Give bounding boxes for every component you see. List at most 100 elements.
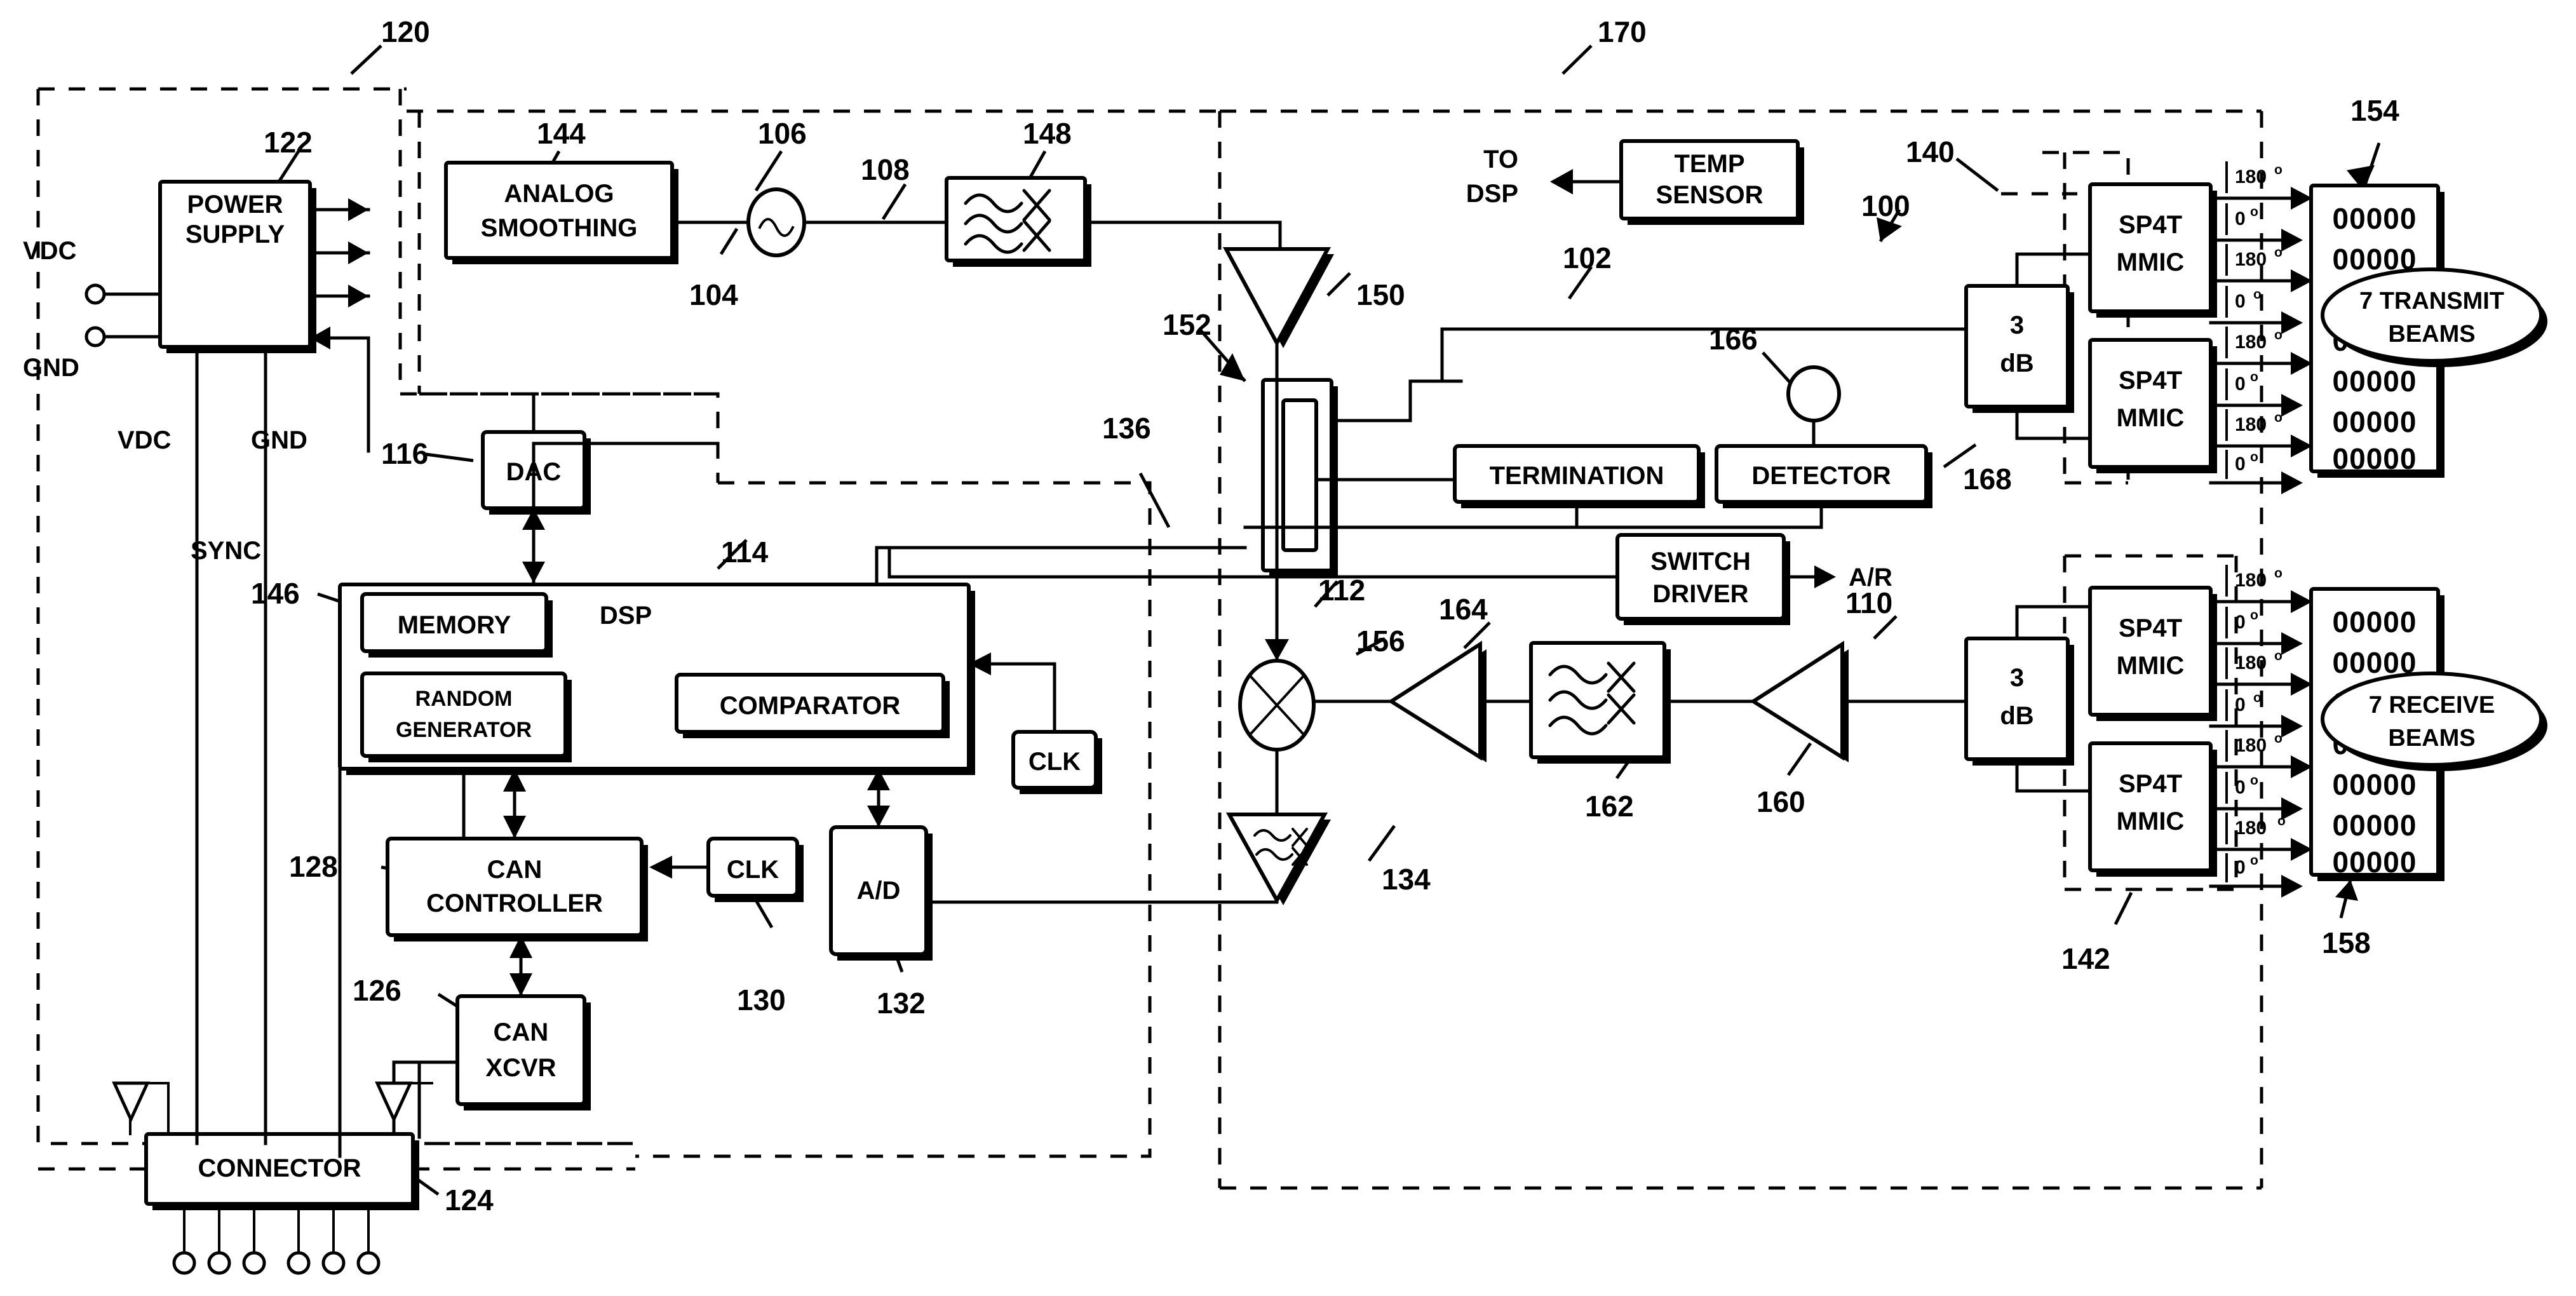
sp4t-tx-lower-block[interactable]	[2088, 338, 2213, 469]
numeral-152: 152	[1163, 308, 1211, 341]
coupler-3db-rx-label-2: dB	[2000, 702, 2033, 730]
numeral-130: 130	[737, 983, 786, 1016]
xcvr-arrow-down	[509, 973, 532, 996]
numeral-128: 128	[289, 850, 338, 883]
numeral-126: 126	[353, 974, 401, 1007]
numeral-162: 162	[1585, 790, 1634, 823]
sp4t-tx-lower-label-1: SP4T	[2119, 367, 2182, 395]
numeral-106: 106	[758, 117, 807, 150]
numeral-120: 120	[381, 15, 430, 48]
numeral-150: 150	[1356, 278, 1405, 311]
leader-158-arrowhead	[2335, 880, 2358, 901]
analog-smoothing-label-1: ANALOG	[504, 180, 614, 208]
ad-arrow-down	[867, 806, 890, 827]
numeral-154: 154	[2350, 94, 2399, 127]
numeral-148: 148	[1023, 117, 1072, 150]
random-generator-block[interactable]	[360, 672, 567, 758]
can-ctrl-arrow-down	[503, 816, 526, 839]
leader-140	[1955, 158, 1999, 192]
amp-164[interactable]	[1387, 640, 1482, 761]
detector-label: DETECTOR	[1751, 462, 1891, 490]
rx-phase-3: 180	[2235, 652, 2267, 673]
to-dsp-label-1: TO	[1483, 145, 1518, 173]
ps-feedback	[308, 336, 370, 453]
comparator-label: COMPARATOR	[720, 692, 901, 720]
diagram-svg: 120 170 122 144 106 108 148 104 150 152 …	[23, 15, 2547, 1275]
numeral-140: 140	[1906, 135, 1955, 168]
sp4t-tx-upper-block[interactable]	[2088, 182, 2213, 313]
switch-driver-out-arrowhead	[1814, 565, 1836, 588]
tx-phase-6-deg: o	[2250, 370, 2258, 384]
rx-phase-1: 180	[2235, 570, 2267, 591]
can-controller-label-2: CONTROLLER	[426, 889, 603, 917]
sp4t-rx-upper-block[interactable]	[2088, 586, 2213, 717]
ar-output-label: A/R	[1849, 564, 1892, 591]
temp-sensor-label-1: TEMP	[1674, 150, 1744, 178]
power-supply-label-2: SUPPLY	[185, 220, 285, 248]
temp-sensor-label-2: SENSOR	[1656, 181, 1763, 209]
antenna-150[interactable]	[1222, 247, 1332, 348]
coupler-3db-tx-label-2: dB	[2000, 349, 2033, 377]
gnd-terminal[interactable]	[84, 326, 106, 348]
rx-phase-7-deg: o	[2277, 814, 2286, 828]
coupler-3db-tx-block[interactable]	[1964, 284, 2070, 408]
vco-oscillator[interactable]	[746, 187, 806, 257]
rx-phase-2: 0	[2235, 612, 2246, 633]
can-controller-label-1: CAN	[487, 856, 543, 884]
random-generator-label-1: RANDOM	[415, 687, 513, 711]
switch-driver-label-1: SWITCH	[1650, 548, 1751, 576]
connector-pin[interactable]	[287, 1251, 311, 1275]
leader-110	[1873, 615, 1898, 640]
amp-160[interactable]	[1750, 640, 1844, 761]
sp4t-rx-lower-block[interactable]	[2088, 741, 2213, 872]
sp4t-tx-upper-label-2: MMIC	[2117, 248, 2185, 276]
connector-pin[interactable]	[356, 1251, 381, 1275]
gnd-input-label: GND	[23, 354, 79, 382]
temp-sensor-arrowhead	[1550, 169, 1573, 194]
tx-beams-label-1: 7 TRANSMIT	[2359, 288, 2504, 314]
numeral-132: 132	[877, 987, 926, 1020]
tx-array-row: 00000	[2333, 405, 2417, 438]
numeral-144: 144	[537, 117, 586, 150]
leader-142	[2114, 891, 2133, 926]
numeral-136: 136	[1102, 412, 1151, 445]
ground-symbols	[112, 1081, 433, 1135]
tx-array-row: 00000	[2333, 202, 2417, 235]
connector-pins	[172, 1203, 381, 1275]
coupler-3db-rx-block[interactable]	[1964, 637, 2070, 761]
numeral-100: 100	[1861, 189, 1910, 222]
numeral-158: 158	[2322, 926, 2371, 959]
connector-pin[interactable]	[321, 1251, 346, 1275]
rx-beams-label-2: BEAMS	[2388, 725, 2475, 752]
rx-array-row: 00000	[2333, 846, 2417, 879]
numeral-134: 134	[1382, 863, 1431, 896]
leader-106	[754, 150, 783, 192]
tx-phase-4-deg: o	[2253, 287, 2262, 302]
can-xcvr-block[interactable]	[455, 994, 586, 1106]
can-controller-block[interactable]	[386, 837, 644, 937]
sync-label: SYNC	[191, 537, 261, 565]
termination-label: TERMINATION	[1490, 462, 1664, 490]
connector-pin[interactable]	[172, 1251, 196, 1275]
rx-phase-6: 0	[2235, 777, 2246, 798]
tx-phase-8-deg: o	[2250, 450, 2258, 464]
circulator-to-top-wire	[1330, 379, 1463, 422]
vdc-terminal[interactable]	[84, 283, 106, 305]
connector-pin[interactable]	[242, 1251, 266, 1275]
numeral-146: 146	[251, 577, 300, 610]
ground-icon	[375, 1081, 413, 1124]
detector-pickup-166[interactable]	[1786, 365, 1841, 422]
analog-smoothing-block[interactable]	[444, 161, 674, 260]
patent-figure-canvas: 120 170 122 144 106 108 148 104 150 152 …	[0, 0, 2576, 1296]
clk-dsp-label: CLK	[1028, 748, 1081, 776]
connector-pin[interactable]	[207, 1251, 231, 1275]
connector-label: CONNECTOR	[198, 1154, 361, 1182]
tx-phase-1-deg: o	[2274, 163, 2283, 177]
sp4t-rx-upper-label-1: SP4T	[2119, 614, 2182, 642]
rx-array-row: 00000	[2333, 605, 2417, 638]
numeral-114: 114	[721, 536, 769, 569]
leader-120	[350, 44, 382, 75]
sp4t-rx-lower-label-2: MMIC	[2117, 807, 2185, 835]
rx-phase-2-deg: o	[2250, 608, 2258, 623]
numeral-124: 124	[445, 1184, 494, 1217]
